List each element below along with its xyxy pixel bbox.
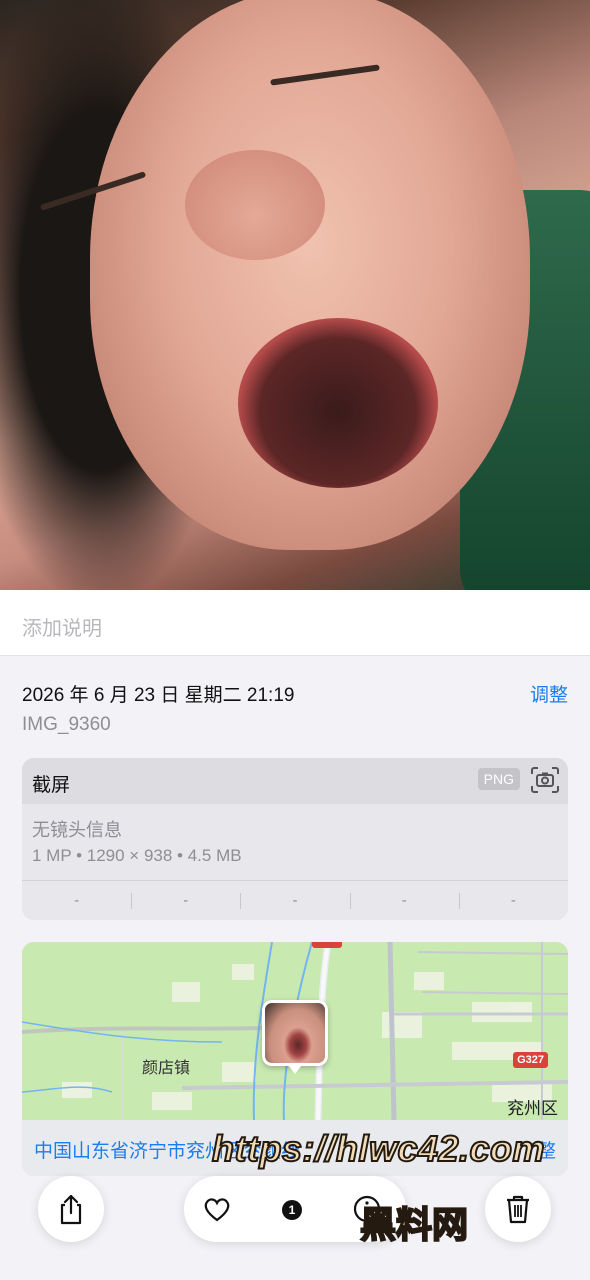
delete-button[interactable] [485,1176,551,1242]
map-photo-pin[interactable] [262,1000,328,1074]
exif-aperture: - [349,881,459,920]
watermark-url: https://hlwc42.com [211,1127,546,1170]
lens-info: 无镜头信息 [32,820,122,840]
metadata-card-header: 截屏 PNG [22,758,568,804]
map-road-badge: G327 [513,1052,548,1068]
exif-row: - - - - - [22,880,568,920]
trash-icon [507,1195,529,1224]
photo-nose-region [185,150,325,260]
exif-focal-length: - [131,881,240,920]
metadata-card-title: 截屏 [32,775,71,796]
map-pin-thumbnail [265,1003,325,1063]
metadata-card: 截屏 PNG 无镜头信息 1 MP • 1290 × 938 • 4.5 MB … [22,758,568,920]
format-badge: PNG [477,768,520,790]
watermark-name: 黑料网 [359,1203,469,1246]
photo-filename: IMG_9360 [22,714,111,735]
heart-icon[interactable] [202,1194,232,1224]
image-specs: 1 MP • 1290 × 938 • 4.5 MB [32,846,242,865]
caption-placeholder: 添加说明 [22,618,102,640]
map-district-label: 兖州区 [507,1099,558,1118]
exif-exposure: - [240,881,349,920]
exif-shutter: - [458,881,568,920]
photo-datetime: 2026 年 6 月 23 日 星期二 21:19 [22,685,295,706]
caption-field[interactable]: 添加说明 [0,590,590,656]
screenshot-camera-icon [531,767,559,793]
adjust-button[interactable]: 调整 [530,680,568,707]
count-badge: 1 [282,1200,302,1220]
map-town-label: 颜店镇 [142,1060,191,1077]
exif-iso: - [74,892,80,909]
map-road-marker-top [312,942,342,948]
share-icon [60,1194,82,1225]
share-button[interactable] [38,1176,104,1242]
photo-mouth-region [238,318,438,488]
photo-viewer[interactable] [0,0,590,590]
